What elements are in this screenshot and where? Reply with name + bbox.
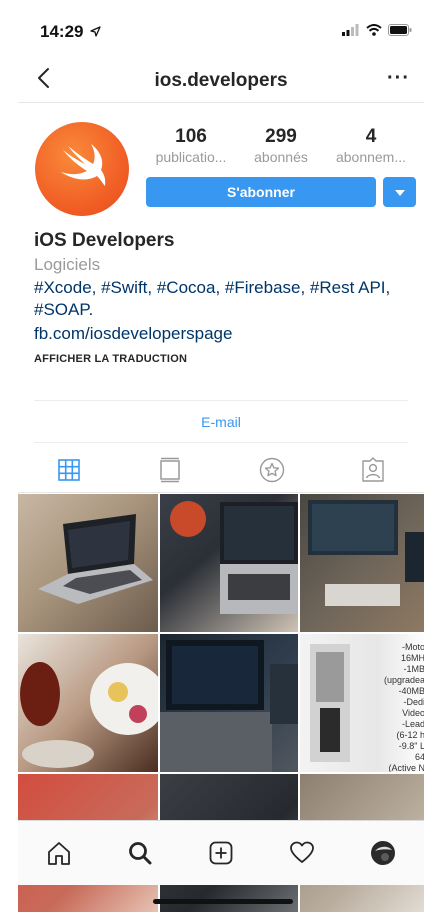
add-post-icon — [209, 841, 233, 865]
profile-screen: 14:29 ios.developers ··· 106 publicatio.… — [18, 0, 424, 915]
heart-icon — [290, 841, 315, 863]
tab-tagged[interactable] — [323, 448, 424, 492]
stat-value: 106 — [175, 126, 207, 147]
grid-post[interactable] — [18, 634, 158, 772]
profile-avatar-icon — [371, 841, 396, 865]
status-icons — [342, 24, 412, 36]
tab-saved[interactable] — [221, 448, 323, 492]
stat-followers[interactable]: 299 abonnés — [236, 126, 326, 166]
divider — [34, 400, 408, 401]
stat-value: 299 — [265, 126, 297, 147]
grid-post[interactable]: -Moto 16MH -1MB (upgradea -40MB -Dedi Vi… — [300, 634, 424, 772]
profile-category: Logiciels — [34, 255, 101, 274]
tagged-icon — [362, 457, 384, 482]
tab-search[interactable] — [99, 821, 180, 885]
signal-icon — [342, 24, 359, 36]
tab-home[interactable] — [18, 821, 99, 885]
chevron-down-icon — [395, 190, 405, 196]
grid-post[interactable] — [160, 494, 298, 632]
grid-post[interactable] — [300, 494, 424, 632]
profile-stats: 106 publicatio... 299 abonnés 4 abonnem.… — [146, 126, 416, 166]
navigation-bar: ios.developers ··· — [18, 60, 424, 103]
wifi-icon — [366, 24, 382, 36]
stat-following[interactable]: 4 abonnem... — [326, 126, 416, 166]
saved-star-icon — [259, 457, 284, 483]
spec-text: -Moto 16MH -1MB (upgradea -40MB -Dedi Vi… — [383, 642, 424, 772]
follow-button[interactable]: S'abonner — [146, 177, 376, 207]
battery-icon — [388, 24, 412, 36]
swift-logo-icon — [61, 144, 106, 186]
grid-post[interactable] — [18, 494, 158, 632]
feed-icon — [160, 457, 180, 483]
bio-hashtags[interactable]: #Xcode, #Swift, #Cocoa, #Firebase, #Rest… — [34, 277, 419, 321]
desk-laptop-photo — [170, 501, 298, 614]
tab-profile[interactable] — [343, 821, 424, 885]
suggestions-dropdown-button[interactable] — [383, 177, 416, 207]
divider — [34, 442, 408, 443]
home-icon — [47, 842, 70, 865]
profile-tabs — [18, 448, 424, 493]
tab-new-post[interactable] — [180, 821, 261, 885]
avatar[interactable] — [35, 122, 129, 216]
coding-laptop-photo — [160, 640, 298, 772]
location-arrow-icon — [90, 26, 101, 37]
bottom-tab-bar — [18, 820, 424, 885]
stat-posts[interactable]: 106 publicatio... — [146, 126, 236, 166]
status-bar: 14:29 — [18, 18, 424, 46]
grid-post[interactable] — [160, 634, 298, 772]
stat-label: abonnés — [254, 149, 308, 165]
page-title: ios.developers — [154, 70, 288, 91]
stat-label: abonnem... — [335, 149, 407, 165]
stat-label: publicatio... — [155, 149, 227, 165]
stat-value: 4 — [365, 126, 377, 147]
breakfast-photo — [20, 662, 158, 768]
grid-icon — [57, 459, 80, 481]
website-link[interactable]: fb.com/iosdeveloperspage — [34, 321, 419, 347]
tab-activity[interactable] — [262, 821, 343, 885]
monitor-photo — [308, 500, 424, 606]
see-translation-link[interactable]: AFFICHER LA TRADUCTION — [34, 353, 419, 365]
profile-name: iOS Developers — [34, 230, 175, 251]
profile-bio: iOS Developers Logiciels #Xcode, #Swift,… — [34, 229, 419, 365]
more-options-button[interactable]: ··· — [387, 68, 410, 88]
home-indicator — [153, 899, 293, 904]
laptop-photo — [38, 514, 153, 604]
tab-grid[interactable] — [18, 448, 120, 492]
status-time: 14:29 — [40, 22, 84, 41]
email-button[interactable]: E-mail — [18, 414, 424, 430]
search-icon — [128, 842, 152, 865]
tab-feed[interactable] — [120, 448, 222, 492]
